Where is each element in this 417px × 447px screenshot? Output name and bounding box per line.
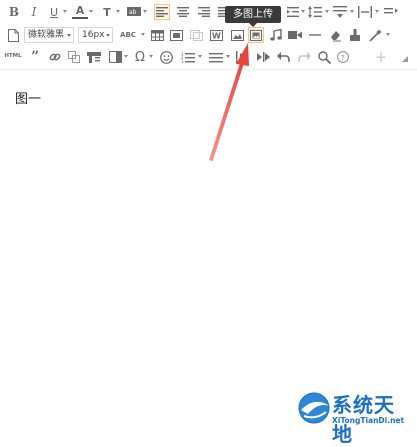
svg-text:W: W [212, 31, 221, 40]
insert-frame-icon[interactable] [168, 27, 184, 43]
line-height-dropdown-caret[interactable] [325, 10, 329, 13]
globe-logo-icon [298, 392, 330, 424]
highlight-dropdown-caret[interactable] [143, 10, 147, 13]
underline-icon[interactable]: U [46, 4, 62, 20]
snapshot-icon[interactable] [188, 27, 204, 43]
underline-dropdown-caret[interactable] [63, 10, 67, 13]
watermark: 系统天地 XiTongTianDi.net [296, 388, 414, 446]
toolbar-row-2: 微软雅黑 16px ABC W [0, 25, 417, 47]
blockquote-icon[interactable]: ” [27, 49, 43, 65]
clear-format-icon[interactable] [327, 27, 343, 43]
multi-image-upload-icon[interactable] [248, 27, 264, 43]
fullscreen-icon[interactable] [395, 49, 411, 65]
bold-icon[interactable]: B [6, 4, 22, 20]
special-chars-icon[interactable]: Ω [132, 49, 148, 65]
editor-content-text: 图一 [15, 92, 42, 107]
page-break-icon[interactable] [107, 49, 123, 65]
undo-icon[interactable] [275, 49, 291, 65]
magic-wand-icon[interactable] [367, 27, 383, 43]
chevron-down-icon [67, 34, 71, 37]
text-style-dropdown-caret[interactable] [116, 10, 120, 13]
unordered-list-icon[interactable] [208, 49, 224, 65]
editor-toolbar: B I U A T ab 多图上传 微软雅黑 16px ABC W HTML ”… [0, 0, 417, 70]
align-left-icon[interactable] [154, 4, 170, 20]
html-source-icon[interactable]: HTML [4, 49, 22, 65]
text-style-icon[interactable]: T [99, 4, 115, 20]
image-icon[interactable] [229, 27, 245, 43]
font-color-dropdown-caret[interactable] [89, 10, 93, 13]
svg-text:?: ? [341, 54, 345, 62]
emotion-icon[interactable] [158, 49, 174, 65]
line-height-icon[interactable] [307, 4, 323, 20]
special-chars-dropdown-caret[interactable] [149, 55, 153, 58]
unlink-icon[interactable] [66, 49, 82, 65]
chevron-down-icon [106, 34, 110, 37]
watermark-url: XiTongTianDi.net [332, 416, 405, 425]
align-right-icon[interactable] [196, 4, 212, 20]
toolbar-row-1: B I U A T ab [0, 2, 417, 24]
paragraph-spacing-dropdown-caret[interactable] [350, 10, 354, 13]
video-icon[interactable] [287, 27, 303, 43]
svg-text:3: 3 [181, 59, 184, 63]
horizontal-rule-icon[interactable] [307, 27, 323, 43]
direction-icon[interactable] [383, 4, 399, 20]
spellcheck-dropdown-caret[interactable] [141, 33, 145, 36]
spacing-icon[interactable] [357, 4, 373, 20]
magic-wand-dropdown-caret[interactable] [386, 33, 390, 36]
table-icon[interactable] [149, 27, 165, 43]
font-size-select[interactable]: 16px [78, 27, 113, 43]
font-family-select[interactable]: 微软雅黑 [24, 27, 74, 43]
font-color-icon[interactable]: A [72, 4, 88, 19]
search-replace-icon[interactable] [316, 49, 332, 65]
redo-icon[interactable] [296, 49, 312, 65]
format-painter-icon[interactable] [347, 27, 363, 43]
paragraph-spacing-icon[interactable] [332, 4, 348, 20]
help-icon[interactable]: ? [335, 49, 351, 65]
indent-dropdown-caret[interactable] [301, 10, 305, 13]
unordered-list-dropdown-caret[interactable] [226, 55, 230, 58]
ordered-list-icon[interactable]: 123 [180, 49, 196, 65]
spellcheck-icon[interactable]: ABC [117, 27, 139, 43]
word-image-icon[interactable]: W [208, 27, 224, 43]
plus-icon[interactable]: + [373, 49, 389, 65]
bookmark-icon[interactable] [255, 49, 271, 65]
anchor-icon[interactable] [86, 49, 102, 65]
ordered-list-dropdown-caret[interactable] [198, 55, 202, 58]
spacing-dropdown-caret[interactable] [375, 10, 379, 13]
font-family-value: 微软雅黑 [28, 30, 65, 40]
link-icon[interactable] [47, 49, 63, 65]
svg-text:ab: ab [129, 9, 137, 16]
indent-icon[interactable] [285, 4, 301, 20]
tooltip-multi-image-upload: 多图上传 [225, 6, 281, 27]
align-center-icon[interactable] [175, 4, 191, 20]
page-break-dropdown-caret[interactable] [124, 55, 128, 58]
font-size-value: 16px [82, 30, 105, 40]
editor-body[interactable] [0, 70, 417, 433]
new-document-icon[interactable] [5, 27, 21, 43]
music-icon[interactable] [268, 27, 284, 43]
italic-icon[interactable]: I [26, 4, 42, 20]
highlight-icon[interactable]: ab [126, 4, 142, 20]
toolbar-row-3: HTML ” Ω 123 ? + [0, 47, 417, 69]
insert-paragraph-icon[interactable] [234, 49, 250, 65]
